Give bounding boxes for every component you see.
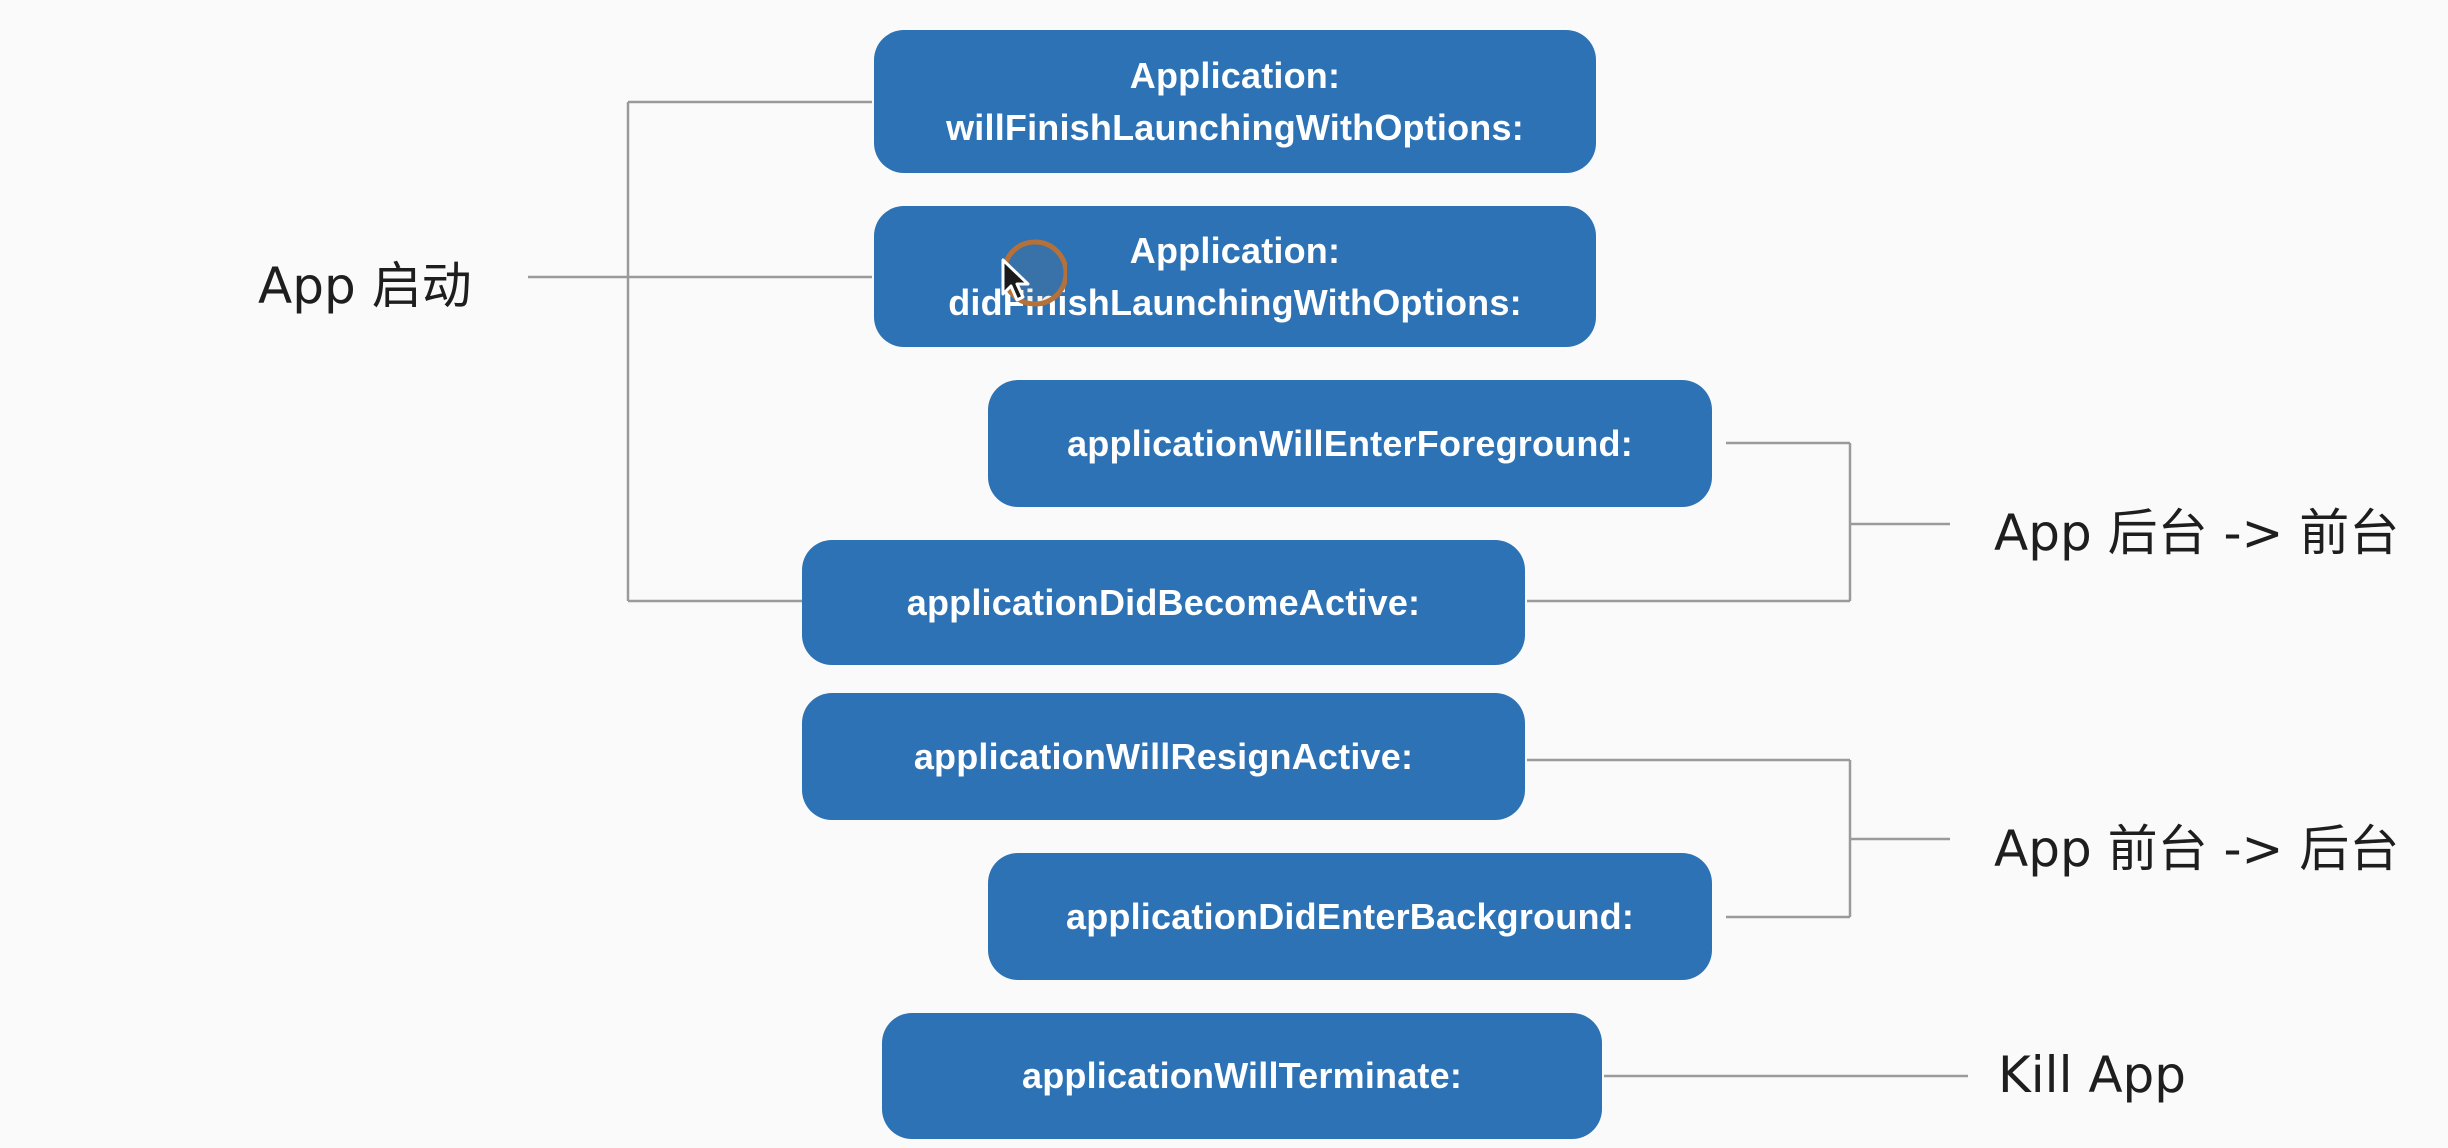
will-finish-launching-box: Application: willFinishLaunchingWithOpti…	[874, 30, 1596, 173]
will-terminate-box: applicationWillTerminate:	[882, 1013, 1602, 1139]
kill-app-label: Kill App	[1998, 1046, 2187, 1104]
did-finish-launching-box: Application: didFinishLaunchingWithOptio…	[874, 206, 1596, 347]
mouse-pointer-icon	[987, 234, 1069, 314]
did-enter-background-box: applicationDidEnterBackground:	[988, 853, 1712, 980]
will-finish-launching-line1: Application:	[1129, 54, 1341, 96]
did-enter-background-label: applicationDidEnterBackground:	[1065, 895, 1635, 937]
foreground-to-background-label: App 前台 -> 后台	[1994, 820, 2400, 878]
did-finish-launching-line1: Application:	[1129, 229, 1341, 271]
will-enter-foreground-box: applicationWillEnterForeground:	[988, 380, 1712, 507]
will-enter-foreground-label: applicationWillEnterForeground:	[1067, 422, 1633, 464]
background-to-foreground-label: App 后台 -> 前台	[1994, 504, 2400, 562]
will-terminate-label: applicationWillTerminate:	[1021, 1055, 1463, 1096]
app-launch-label: App 启动	[258, 257, 472, 315]
will-resign-active-box: applicationWillResignActive:	[802, 693, 1525, 820]
will-finish-launching-line2: willFinishLaunchingWithOptions:	[946, 106, 1524, 148]
did-become-active-box: applicationDidBecomeActive:	[802, 540, 1525, 665]
did-become-active-label: applicationDidBecomeActive:	[906, 581, 1421, 623]
will-resign-active-label: applicationWillResignActive:	[913, 735, 1414, 777]
lifecycle-diagram: Application: willFinishLaunchingWithOpti…	[0, 0, 2448, 1148]
